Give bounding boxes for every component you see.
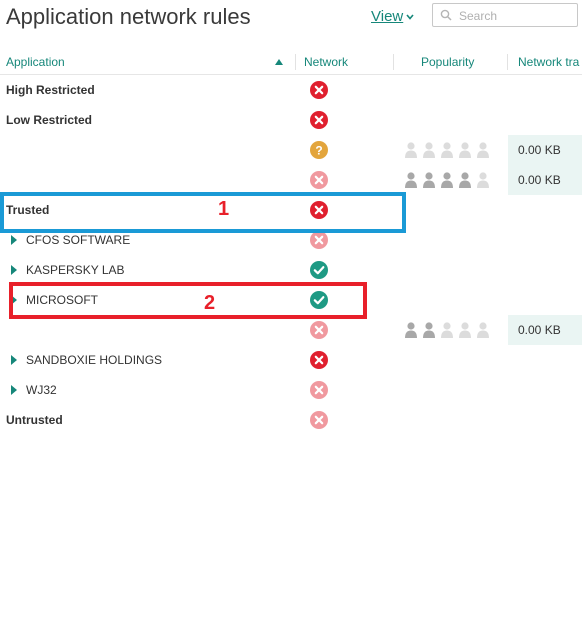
deny-status-icon[interactable] (310, 171, 328, 189)
traffic-value: 0.00 KB (518, 143, 561, 157)
group-name: Untrusted (6, 413, 63, 427)
person-icon (423, 142, 435, 158)
search-box[interactable] (432, 3, 578, 27)
annotation-box-2 (9, 282, 367, 319)
svg-text:?: ? (315, 143, 322, 157)
person-icon (459, 172, 471, 188)
table-row[interactable]: 0.00 KB (0, 315, 582, 345)
popularity-rating (405, 142, 489, 158)
person-icon (459, 142, 471, 158)
person-icon (405, 322, 417, 338)
vendor-name: KASPERSKY LAB (26, 263, 125, 277)
traffic-value: 0.00 KB (518, 323, 561, 337)
person-icon (405, 142, 417, 158)
sort-ascending-icon[interactable] (275, 59, 283, 65)
search-input[interactable] (457, 6, 577, 26)
vendor-name: WJ32 (26, 383, 57, 397)
person-icon (441, 142, 453, 158)
column-divider[interactable] (295, 54, 296, 70)
traffic-cell: 0.00 KB (508, 135, 582, 165)
popularity-rating (405, 172, 489, 188)
search-icon (440, 9, 452, 21)
person-icon (477, 142, 489, 158)
annotation-box-1 (0, 192, 406, 233)
deny-status-icon[interactable] (310, 381, 328, 399)
chevron-down-icon[interactable] (406, 13, 414, 21)
column-header-network[interactable]: Network (304, 55, 348, 69)
table-header: Application Network Popularity Network t… (0, 50, 582, 75)
column-header-network-traffic[interactable]: Network tra (518, 55, 579, 69)
annotation-number-1: 1 (218, 198, 230, 220)
vendor-name: SANDBOXIE HOLDINGS (26, 353, 163, 367)
column-divider[interactable] (393, 54, 394, 70)
traffic-value: 0.00 KB (518, 173, 561, 187)
annotation-number-2: 2 (204, 292, 216, 314)
vendor-name: CFOS SOFTWARE (26, 233, 131, 247)
table-row[interactable]: High Restricted (0, 75, 582, 105)
column-header-application[interactable]: Application (6, 55, 65, 69)
person-icon (405, 172, 417, 188)
table-row[interactable]: SANDBOXIE HOLDINGS (0, 345, 582, 375)
allow-status-icon[interactable] (310, 261, 328, 279)
person-icon (477, 172, 489, 188)
traffic-cell: 0.00 KB (508, 165, 582, 195)
deny-status-icon[interactable] (310, 231, 328, 249)
group-name: Low Restricted (6, 113, 93, 127)
view-menu-link[interactable]: View (371, 8, 403, 25)
deny-status-icon[interactable] (310, 111, 328, 129)
person-icon (423, 172, 435, 188)
deny-status-icon[interactable] (310, 321, 328, 339)
traffic-cell: 0.00 KB (508, 315, 582, 345)
person-icon (459, 322, 471, 338)
person-icon (441, 172, 453, 188)
unknown-status-icon[interactable]: ? (310, 141, 328, 159)
table-row[interactable]: 0.00 KB (0, 165, 582, 195)
table-row[interactable]: ? 0.00 KB (0, 135, 582, 165)
deny-status-icon[interactable] (310, 411, 328, 429)
person-icon (441, 322, 453, 338)
person-icon (423, 322, 435, 338)
expand-arrow-icon[interactable] (11, 265, 17, 275)
column-divider[interactable] (507, 54, 508, 70)
expand-arrow-icon[interactable] (11, 355, 17, 365)
person-icon (477, 322, 489, 338)
deny-status-icon[interactable] (310, 81, 328, 99)
table-row[interactable]: WJ32 (0, 375, 582, 405)
table-row[interactable]: Untrusted (0, 405, 582, 435)
table-row[interactable]: Low Restricted (0, 105, 582, 135)
expand-arrow-icon[interactable] (11, 385, 17, 395)
column-header-popularity[interactable]: Popularity (421, 55, 474, 69)
expand-arrow-icon[interactable] (11, 235, 17, 245)
deny-status-icon[interactable] (310, 351, 328, 369)
group-name: High Restricted (6, 83, 95, 97)
page-title: Application network rules (6, 4, 251, 29)
popularity-rating (405, 322, 489, 338)
table-row[interactable]: KASPERSKY LAB (0, 255, 582, 285)
